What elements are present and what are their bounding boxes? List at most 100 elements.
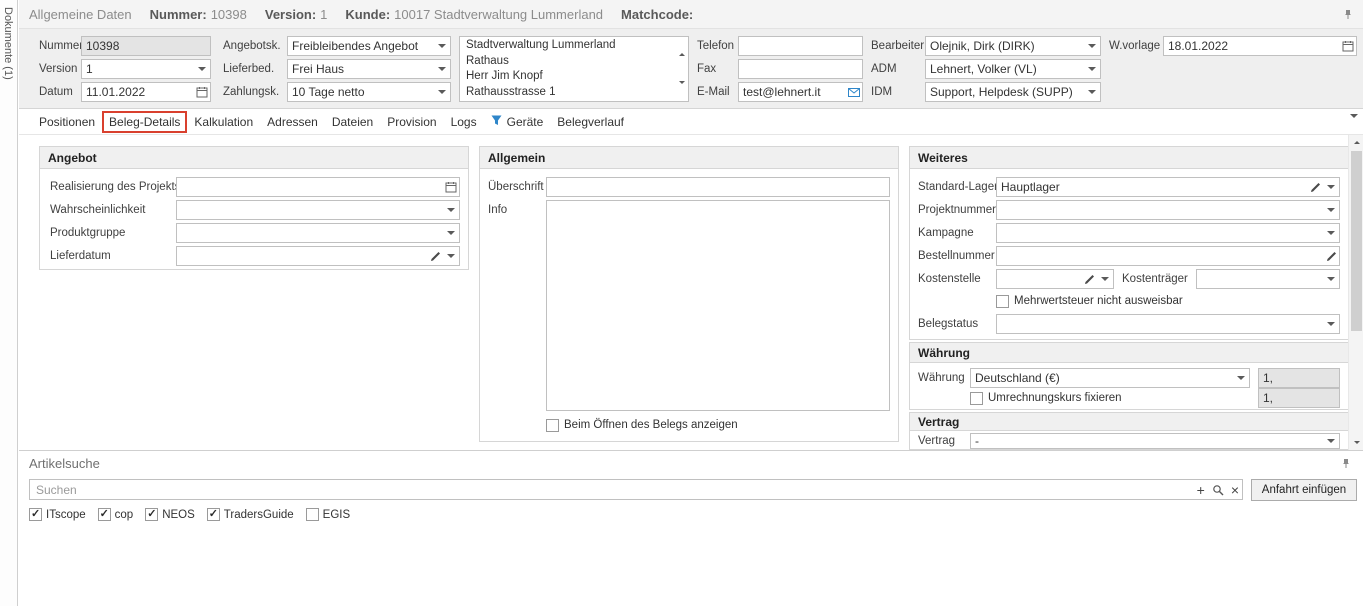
scroll-up-icon[interactable] bbox=[1349, 135, 1363, 150]
chevron-down-icon[interactable] bbox=[194, 60, 210, 78]
chevron-down-icon[interactable] bbox=[1323, 315, 1339, 333]
chevron-down-icon[interactable] bbox=[1323, 434, 1339, 448]
chevron-down-icon[interactable] bbox=[1323, 270, 1339, 288]
kurs2-value: 1, bbox=[1263, 391, 1273, 405]
adm-select[interactable]: Lehnert, Volker (VL) bbox=[925, 59, 1101, 79]
bestellnummer-field[interactable] bbox=[996, 246, 1340, 266]
pencil-icon[interactable] bbox=[427, 247, 443, 265]
chevron-down-icon[interactable] bbox=[1233, 369, 1249, 387]
angebotsk-select[interactable]: Freibleibendes Angebot bbox=[287, 36, 451, 56]
lieferbed-select[interactable]: Frei Haus bbox=[287, 59, 451, 79]
checkbox[interactable] bbox=[207, 508, 220, 521]
bearbeiter-select[interactable]: Olejnik, Dirk (DIRK) bbox=[925, 36, 1101, 56]
scrollbar-thumb[interactable] bbox=[1351, 151, 1362, 331]
group-waehrung: Währung Währung Deutschland (€) 1, Umrec… bbox=[909, 342, 1349, 410]
checkbox[interactable] bbox=[970, 392, 983, 405]
pencil-icon[interactable] bbox=[1307, 178, 1323, 196]
idm-select[interactable]: Support, Helpdesk (SUPP) bbox=[925, 82, 1101, 102]
waehrung-select[interactable]: Deutschland (€) bbox=[970, 368, 1250, 388]
clear-icon[interactable]: × bbox=[1231, 483, 1239, 497]
pencil-icon[interactable] bbox=[1323, 247, 1339, 265]
chevron-down-icon[interactable] bbox=[1323, 178, 1339, 196]
kostentraeger-select[interactable] bbox=[1196, 269, 1340, 289]
chevron-down-icon[interactable] bbox=[1323, 224, 1339, 242]
chevron-down-icon[interactable] bbox=[434, 83, 450, 101]
tab-belegverlauf[interactable]: Belegverlauf bbox=[550, 111, 631, 133]
scroll-up-icon[interactable] bbox=[679, 40, 685, 56]
chevron-down-icon[interactable] bbox=[1084, 60, 1100, 78]
anzeigen-checkbox-row[interactable]: Beim Öffnen des Belegs anzeigen bbox=[546, 418, 738, 432]
search-icon[interactable] bbox=[1212, 484, 1224, 496]
vertrag-select[interactable]: - bbox=[970, 433, 1340, 449]
datum-field[interactable]: 11.01.2022 bbox=[81, 82, 211, 102]
kostenstelle-field[interactable] bbox=[996, 269, 1114, 289]
tab-kalkulation[interactable]: Kalkulation bbox=[187, 111, 260, 133]
search-input[interactable] bbox=[29, 479, 1243, 500]
checkbox[interactable] bbox=[996, 295, 1009, 308]
checkbox[interactable] bbox=[306, 508, 319, 521]
tab-provision[interactable]: Provision bbox=[380, 111, 443, 133]
chevron-down-icon[interactable] bbox=[443, 224, 459, 242]
info-textarea[interactable] bbox=[546, 200, 890, 411]
ueberschrift-field[interactable] bbox=[546, 177, 890, 197]
belegstatus-select[interactable] bbox=[996, 314, 1340, 334]
chevron-down-icon[interactable] bbox=[443, 247, 459, 265]
nummer-field[interactable]: 10398 bbox=[81, 36, 211, 56]
version-select[interactable]: 1 bbox=[81, 59, 211, 79]
tab-dateien[interactable]: Dateien bbox=[325, 111, 380, 133]
email-field[interactable]: test@lehnert.it bbox=[738, 82, 863, 102]
mwst-checkbox-row[interactable]: Mehrwertsteuer nicht ausweisbar bbox=[996, 294, 1183, 308]
chevron-down-icon[interactable] bbox=[1084, 37, 1100, 55]
anfahrt-einfuegen-button[interactable]: Anfahrt einfügen bbox=[1251, 479, 1357, 501]
telefon-field[interactable] bbox=[738, 36, 863, 56]
standard-lager-field[interactable]: Hauptlager bbox=[996, 177, 1340, 197]
fax-field[interactable] bbox=[738, 59, 863, 79]
projektnummer-label: Projektnummer bbox=[918, 200, 996, 220]
standard-lager-label: Standard-Lager bbox=[918, 177, 998, 197]
chevron-down-icon[interactable] bbox=[1084, 83, 1100, 101]
checkbox[interactable] bbox=[145, 508, 158, 521]
checkbox[interactable] bbox=[546, 419, 559, 432]
customer-address-field[interactable]: Stadtverwaltung Lummerland Rathaus Herr … bbox=[459, 36, 689, 102]
tab-beleg-details[interactable]: Beleg-Details bbox=[102, 111, 187, 133]
pin-icon[interactable] bbox=[1343, 9, 1353, 20]
tab-adressen[interactable]: Adressen bbox=[260, 111, 325, 133]
lieferdatum-field[interactable] bbox=[176, 246, 460, 266]
wvorlage-field[interactable]: 18.01.2022 bbox=[1163, 36, 1357, 56]
source-neos[interactable]: NEOS bbox=[145, 508, 195, 521]
source-itscope[interactable]: ITscope bbox=[29, 508, 86, 521]
fixieren-checkbox-row[interactable]: Umrechnungskurs fixieren bbox=[970, 391, 1122, 405]
header-matchcode: Matchcode: bbox=[621, 7, 697, 22]
chevron-down-icon[interactable] bbox=[679, 83, 685, 99]
wahrscheinlichkeit-select[interactable] bbox=[176, 200, 460, 220]
content-scrollbar[interactable] bbox=[1348, 135, 1363, 450]
zahlungsk-select[interactable]: 10 Tage netto bbox=[287, 82, 451, 102]
chevron-down-icon[interactable] bbox=[443, 201, 459, 219]
source-tradersguide[interactable]: TradersGuide bbox=[207, 508, 294, 521]
chevron-down-icon[interactable] bbox=[434, 60, 450, 78]
tab-overflow-chevron-icon[interactable] bbox=[1350, 118, 1358, 132]
produktgruppe-select[interactable] bbox=[176, 223, 460, 243]
projektnummer-select[interactable] bbox=[996, 200, 1340, 220]
chevron-down-icon[interactable] bbox=[1323, 201, 1339, 219]
calendar-icon[interactable] bbox=[1340, 37, 1356, 55]
kampagne-select[interactable] bbox=[996, 223, 1340, 243]
pencil-icon[interactable] bbox=[1081, 270, 1097, 288]
source-cop[interactable]: cop bbox=[98, 508, 134, 521]
scroll-down-icon[interactable] bbox=[1349, 435, 1363, 450]
checkbox[interactable] bbox=[98, 508, 111, 521]
tab-positionen[interactable]: Positionen bbox=[32, 111, 102, 133]
dokumente-side-tab[interactable]: Dokumente (1) bbox=[0, 0, 18, 606]
chevron-down-icon[interactable] bbox=[434, 37, 450, 55]
envelope-icon[interactable] bbox=[846, 83, 862, 101]
source-egis[interactable]: EGIS bbox=[306, 508, 350, 521]
calendar-icon[interactable] bbox=[443, 178, 459, 196]
pin-icon[interactable] bbox=[1341, 458, 1351, 472]
calendar-icon[interactable] bbox=[194, 83, 210, 101]
tab-geraete[interactable]: Geräte bbox=[484, 111, 551, 133]
realisierung-field[interactable] bbox=[176, 177, 460, 197]
tab-logs[interactable]: Logs bbox=[444, 111, 484, 133]
checkbox[interactable] bbox=[29, 508, 42, 521]
chevron-down-icon[interactable] bbox=[1097, 270, 1113, 288]
plus-icon[interactable]: + bbox=[1197, 483, 1205, 497]
